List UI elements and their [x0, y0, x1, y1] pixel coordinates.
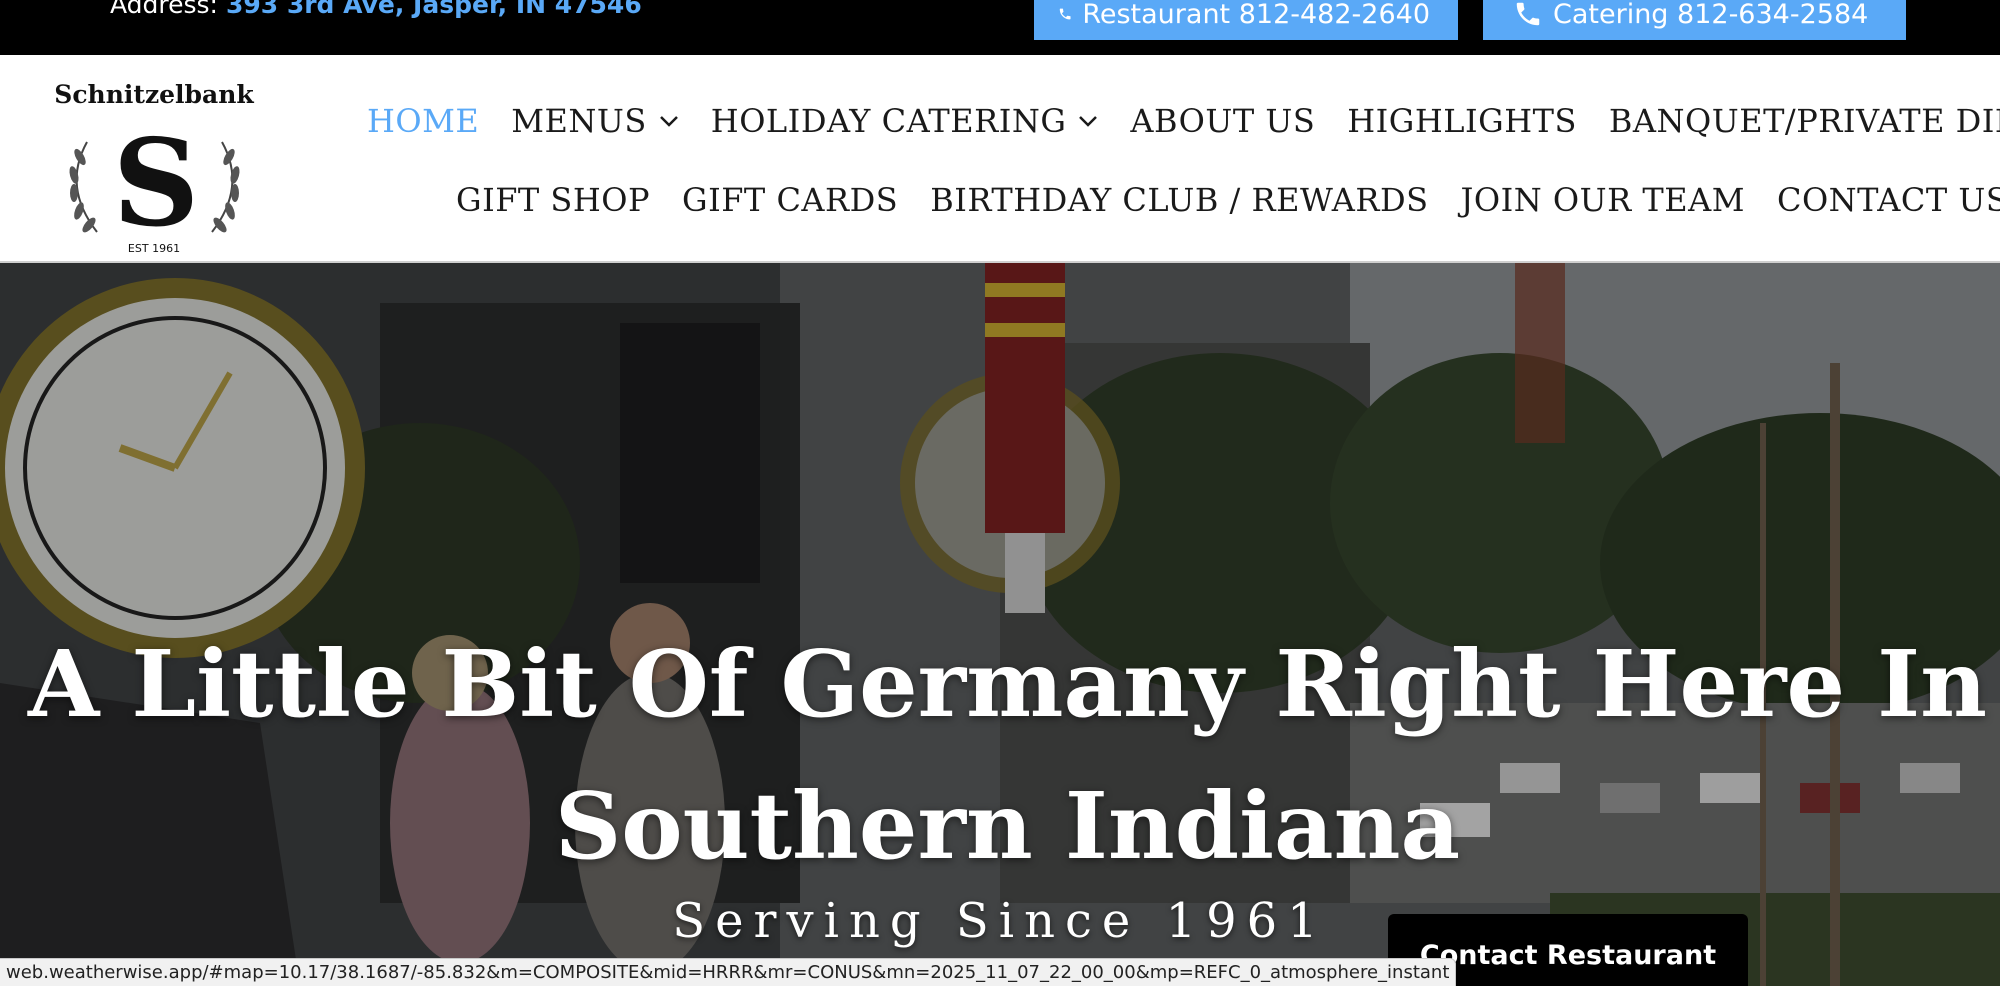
address-label: Address:	[110, 0, 218, 19]
nav-birthday-club-rewards[interactable]: BIRTHDAY CLUB / REWARDS	[930, 181, 1428, 219]
nav-menus[interactable]: MENUS	[511, 102, 679, 140]
nav-home[interactable]: HOME	[367, 102, 479, 140]
svg-text:S: S	[113, 113, 200, 254]
site-header: Schnitzelbank S EST 1961 HOME MENUS HOLI…	[0, 55, 2000, 263]
nav-gift-cards[interactable]: GIFT CARDS	[682, 181, 898, 219]
restaurant-phone-button[interactable]: Restaurant 812-482-2640	[1034, 0, 1458, 40]
nav-banquet-private-dining[interactable]: BANQUET/PRIVATE DINING	[1609, 102, 2000, 140]
hero-heading: A Little Bit Of Germany Right Here In So…	[0, 613, 2000, 897]
hero-heading-line-1: A Little Bit Of Germany Right Here In	[28, 630, 1987, 738]
schnitzelbank-logo[interactable]: Schnitzelbank S EST 1961	[52, 67, 257, 257]
svg-text:Schnitzelbank: Schnitzelbank	[54, 80, 254, 109]
primary-nav-row-1: HOME MENUS HOLIDAY CATERING ABOUT US HIG…	[367, 102, 2000, 140]
nav-contact-us[interactable]: CONTACT US	[1777, 181, 2000, 219]
address: Address: 393 3rd Ave, Jasper, IN 47546	[110, 0, 642, 19]
address-link[interactable]: 393 3rd Ave, Jasper, IN 47546	[226, 0, 642, 19]
chevron-down-icon	[1079, 116, 1098, 127]
nav-highlights[interactable]: HIGHLIGHTS	[1347, 102, 1577, 140]
nav-join-our-team[interactable]: JOIN OUR TEAM	[1461, 181, 1745, 219]
nav-about-us[interactable]: ABOUT US	[1130, 102, 1315, 140]
phone-icon	[1516, 2, 1540, 26]
nav-gift-shop[interactable]: GIFT SHOP	[456, 181, 650, 219]
svg-text:EST 1961: EST 1961	[128, 242, 180, 255]
top-info-bar: Address: 393 3rd Ave, Jasper, IN 47546 R…	[0, 0, 2000, 55]
chevron-down-icon	[659, 116, 678, 127]
catering-phone-button[interactable]: Catering 812-634-2584	[1483, 0, 1906, 40]
nav-holiday-catering[interactable]: HOLIDAY CATERING	[711, 102, 1099, 140]
catering-phone-label: Catering 812-634-2584	[1553, 0, 1869, 30]
phone-icon	[1059, 8, 1071, 20]
primary-nav-row-2: GIFT SHOP GIFT CARDS BIRTHDAY CLUB / REW…	[456, 181, 2000, 219]
restaurant-phone-label: Restaurant 812-482-2640	[1082, 0, 1430, 30]
hero-banner: A Little Bit Of Germany Right Here In So…	[0, 263, 2000, 986]
browser-status-url: web.weatherwise.app/#map=10.17/38.1687/-…	[0, 958, 1457, 986]
hero-heading-line-2: Southern Indiana	[554, 772, 1461, 880]
